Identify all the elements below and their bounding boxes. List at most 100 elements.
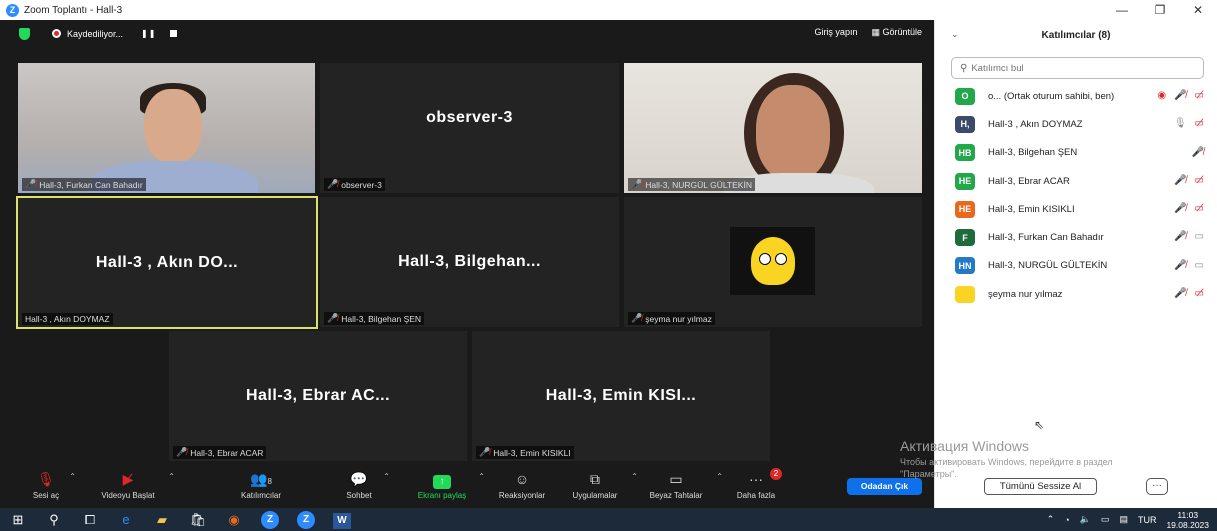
start-video-button[interactable]: ▶̸ Videoyu Başlat ⌃ [93,470,175,500]
search-input[interactable] [971,62,1192,74]
stop-recording-button[interactable] [170,30,178,37]
muted-mic-icon: 🎤̸ [25,179,37,189]
video-on-icon: ▭ [1194,231,1204,243]
participant-name: Hall-3, Furkan Can Bahadır [988,232,1104,244]
more-button[interactable]: ··· 2 Daha fazla [730,468,782,500]
video-tile[interactable]: 🎤̸ Hall-3, Furkan Can Bahadır [18,63,315,193]
zoom-meeting-taskbar-icon[interactable]: Z [288,510,324,529]
recording-label: Kaydediliyor... [67,28,124,39]
system-tray: ⌃ ◔ 🔈 ▭ ▤ TUR 11:03 19.08.2023 [1047,508,1209,531]
avatar [955,285,975,303]
video-off-icon: ▭̸ [1194,118,1204,130]
unmute-button[interactable]: 🎙 Sesi aç ⌃ [28,470,76,500]
volume-icon[interactable]: 🔈 [1080,514,1091,525]
muted-mic-icon: 🎤̸ [327,313,339,323]
video-tile[interactable]: Hall-3, Bilgehan... 🎤̸ Hall-3, Bilgehan Ş… [320,197,619,327]
video-off-icon: ▭̸ [1194,174,1204,186]
muted-mic-icon: 🎤̸ [1174,288,1187,300]
share-screen-icon: ↑ [411,470,473,489]
participant-name: Hall-3 , Akın DOYMAZ [988,118,1083,130]
clock-date: 19.08.2023 [1166,519,1209,530]
participant-row[interactable]: HB Hall-3, Bilgehan ŞEN 🎤̸ [935,139,1217,167]
participant-name: şeyma nur yılmaz [988,288,1063,300]
word-icon[interactable]: W [324,511,360,529]
participant-tag: 🎤̸ Hall-3, NURGÜL GÜLTEKİN [628,178,755,191]
participant-row[interactable]: HE Hall-3, Ebrar ACAR 🎤̸ ▭̸ [935,167,1217,195]
video-tile-active-speaker[interactable]: Hall-3 , Akın DO... Hall-3 , Akın DOYMAZ [16,196,318,329]
chrome-icon[interactable]: ◉ [216,512,252,528]
video-tile[interactable]: Hall-3, Emin KISI... 🎤̸ Hall-3, Emin KISI… [472,331,770,461]
video-tile[interactable]: 🎤̸ Hall-3, NURGÜL GÜLTEKİN [624,63,922,193]
avatar: HE [955,172,975,190]
chat-bubble-icon: 💬 [350,471,368,487]
muted-mic-icon: 🎤̸ [479,447,491,457]
muted-mic-icon: 🎤̸ [1174,174,1187,186]
whiteboard-icon: ▭ [669,471,683,487]
store-icon[interactable]: 🛍 [180,512,216,528]
panel-more-button[interactable]: ··· [1146,478,1168,495]
close-button[interactable]: ✕ [1179,0,1217,20]
whiteboards-button[interactable]: ▭ Beyaz Tahtalar ⌃ [641,470,723,500]
search-icon[interactable]: ⚲ [36,512,72,528]
pause-recording-button[interactable]: ❚❚ [141,29,156,38]
battery-icon[interactable]: ▭ [1101,514,1110,525]
participant-row[interactable]: HE Hall-3, Emin KISIKLI 🎤̸ ▭̸ [935,195,1217,223]
security-shield-icon[interactable] [19,27,30,40]
participant-video [18,63,315,193]
chevron-up-icon[interactable]: ⌃ [1047,514,1055,525]
participant-name: Hall-3, NURGÜL GÜLTEKİN [988,260,1108,272]
participant-row[interactable]: HN Hall-3, NURGÜL GÜLTEKİN 🎤̸ ▭ [935,252,1217,280]
chevron-down-icon[interactable]: ⌄ [951,29,959,40]
participant-big-name: Hall-3, Emin KISI... [545,387,697,404]
participant-tag: 🎤̸ Hall-3, Bilgehan ŞEN [324,312,425,325]
minimize-button[interactable]: — [1103,0,1141,20]
record-dot-icon [52,29,61,38]
video-on-icon: ▭ [1194,259,1204,271]
video-tile[interactable]: 🎤̸ şeyma nur yılmaz [624,197,922,327]
zoom-taskbar-icon[interactable]: Z [252,510,288,529]
participant-tag: 🎤̸ Hall-3, Ebrar ACAR [173,446,267,459]
video-off-icon: ▶̸ [122,471,134,487]
participant-search[interactable]: ⚲ [951,57,1204,79]
restore-button[interactable]: ❐ [1141,0,1179,20]
mouse-cursor-icon: ⇖ [1034,418,1045,432]
participant-big-name: Hall-3 , Akın DO... [95,253,239,271]
edge-browser-icon[interactable]: e [108,512,144,527]
muted-mic-icon: 🎤̸ [631,179,643,189]
lisa-simpson-avatar-icon [750,237,795,285]
participant-row[interactable]: F Hall-3, Furkan Can Bahadır 🎤̸ ▭ [935,223,1217,251]
chat-button[interactable]: 💬 Sohbet ⌃ [340,470,390,500]
participant-row[interactable]: O o... (Ortak oturum sahibi, ben) ◉ 🎤̸ ▭̸ [935,82,1217,110]
file-explorer-icon[interactable]: ▰ [144,512,180,528]
video-off-icon: ▭̸ [1194,90,1204,101]
video-tile[interactable]: Hall-3, Ebrar AC... 🎤̸ Hall-3, Ebrar ACAR [169,331,467,461]
task-view-icon[interactable]: ⧠ [72,512,108,528]
participant-row[interactable]: şeyma nur yılmaz 🎤̸ ▭̸ [935,280,1217,308]
reactions-button[interactable]: ☺ Reaksiyonlar [492,470,552,500]
video-tile[interactable]: observer-3 🎤̸ observer-3 [320,63,619,193]
language-indicator[interactable]: TUR [1138,515,1157,525]
mute-all-button[interactable]: Tümünü Sessize Al [984,478,1097,495]
avatar: F [955,229,975,247]
leave-button[interactable]: Odadan Çık [847,478,922,495]
meeting-toolbar: 🎙 Sesi aç ⌃ ▶̸ Videoyu Başlat ⌃ 👥8 Katılım… [0,466,934,508]
network-icon[interactable]: ◔ [1064,515,1069,525]
avatar: HB [955,144,975,162]
view-button[interactable]: ▦ Görüntüle [871,27,922,38]
participant-avatar-image [730,227,815,295]
windows-start-icon[interactable]: ⊞ [0,512,36,528]
window-title: Zoom Toplantı - Hall-3 [24,4,123,16]
recording-icon: ◉ [1157,90,1167,101]
participant-row[interactable]: H, Hall-3 , Akın DOYMAZ 🎙 ▭̸ [935,110,1217,138]
apps-button[interactable]: ⧉ Uygulamalar ⌃ [564,470,638,500]
participants-button[interactable]: 👥8 Katılımcılar [232,470,290,500]
clock[interactable]: 11:03 19.08.2023 [1166,510,1209,530]
signin-link[interactable]: Giriş yapın [814,27,857,38]
mic-icon: 🎙 [1173,118,1187,130]
participant-name: o... (Ortak oturum sahibi, ben) [988,90,1115,102]
participant-tag: 🎤̸ observer-3 [324,178,385,191]
share-screen-button[interactable]: ↑ Ekranı paylaş ⌃ [411,470,485,500]
muted-mic-icon: 🎤̸ [1174,90,1187,101]
notification-icon[interactable]: ▤ [1119,514,1128,525]
muted-mic-icon: 🎤̸ [1174,259,1187,271]
